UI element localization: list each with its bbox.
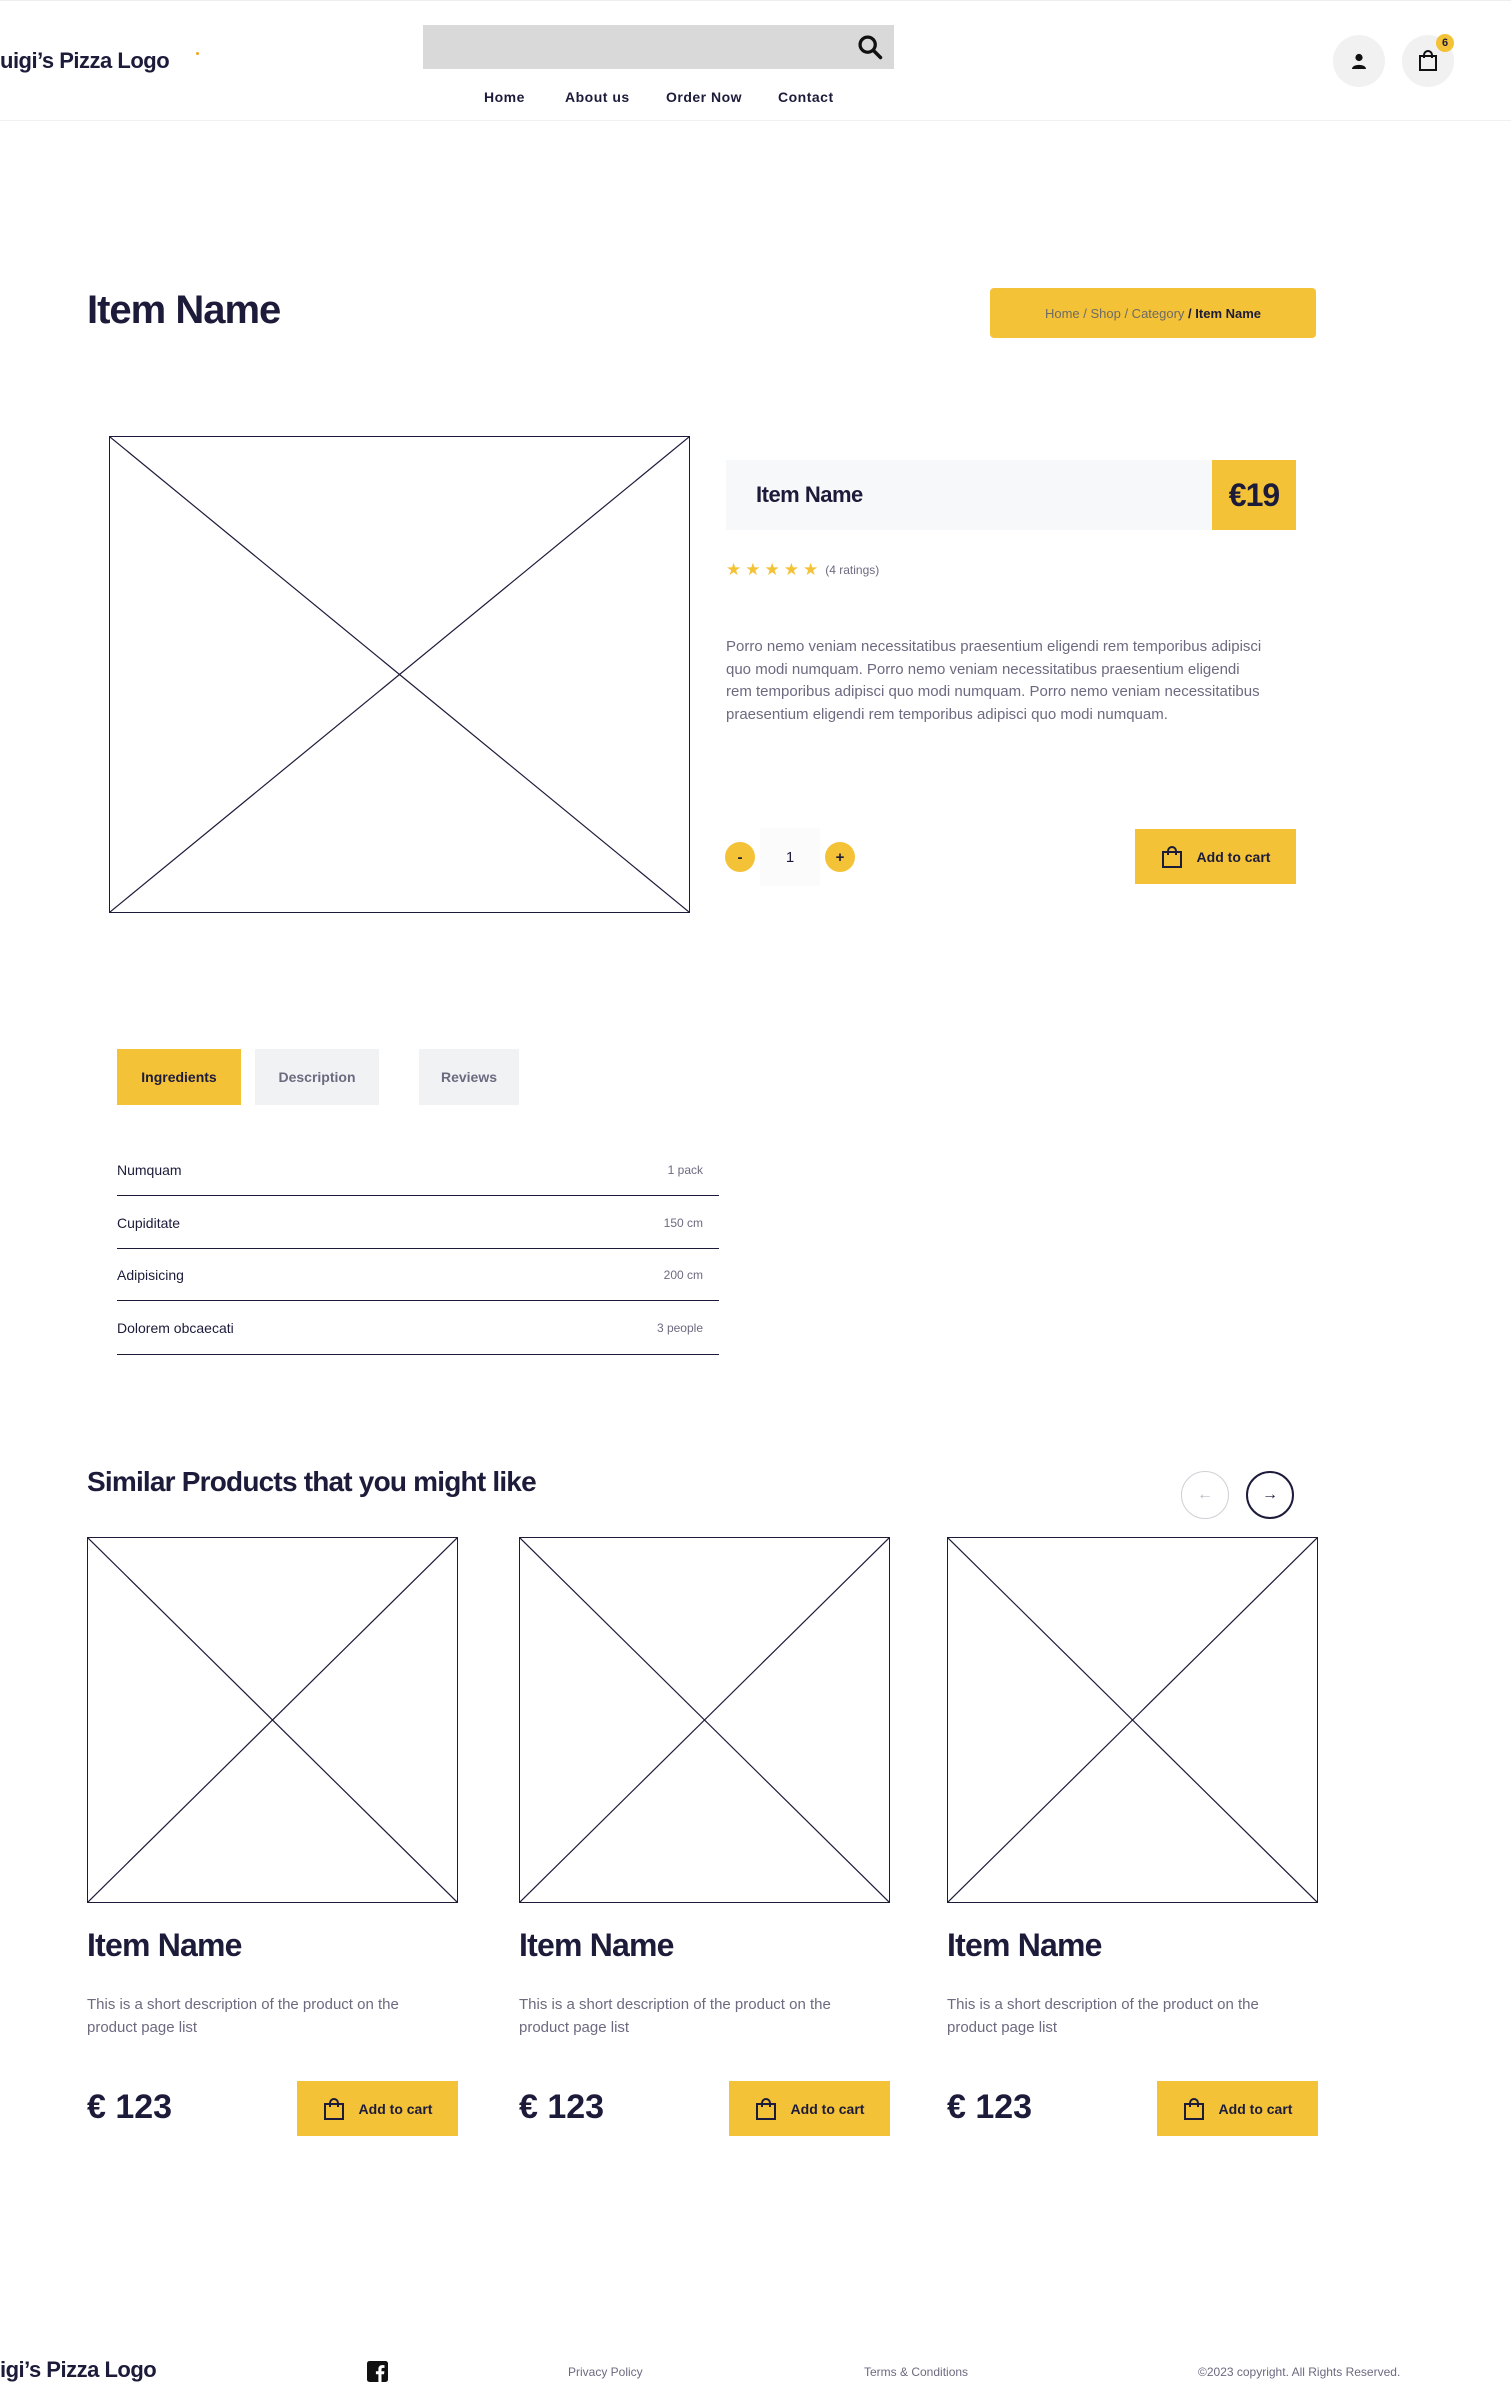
carousel-next-button[interactable]: →	[1246, 1471, 1294, 1519]
ingredient-name: Numquam	[117, 1161, 182, 1178]
product-image-placeholder	[109, 436, 690, 913]
ingredient-row: Adipisicing 200 cm	[117, 1249, 719, 1301]
account-button[interactable]	[1333, 35, 1385, 87]
ingredient-row: Cupiditate 150 cm	[117, 1197, 719, 1249]
quantity-value[interactable]: 1	[760, 828, 820, 886]
card-description: This is a short description of the produ…	[519, 1996, 831, 2036]
product-name: Item Name	[726, 460, 1212, 530]
site-logo[interactable]: uigi’s Pizza Logo	[0, 48, 170, 74]
ingredient-quantity: 1 pack	[667, 1162, 703, 1177]
cart-count-badge: 6	[1436, 34, 1454, 52]
shopping-bag-icon	[1161, 845, 1182, 868]
shopping-bag-icon	[755, 2097, 776, 2120]
product-description: Porro nemo veniam necessitatibus praesen…	[726, 638, 1262, 723]
card-price: € 123	[87, 2088, 173, 2126]
card-image-placeholder[interactable]	[519, 1537, 890, 1903]
ingredient-row: Dolorem obcaecati 3 people	[117, 1301, 719, 1355]
card-price: € 123	[519, 2088, 605, 2126]
carousel-prev-button[interactable]: ←	[1181, 1471, 1229, 1519]
add-to-cart-label: Add to cart	[790, 2100, 865, 2117]
similar-products-title: Similar Products that you might like	[87, 1466, 537, 1497]
rating-stars: ★ ★ ★ ★ ★ (4 ratings)	[726, 561, 879, 578]
breadcrumb-trail[interactable]: Home / Shop / Category	[1045, 306, 1184, 321]
add-to-cart-label: Add to cart	[1196, 848, 1271, 865]
search-icon[interactable]	[856, 33, 884, 61]
star-icon: ★	[726, 560, 742, 579]
shopping-bag-icon	[1419, 50, 1437, 71]
arrow-left-icon: ←	[1197, 1486, 1213, 1503]
add-to-cart-label: Add to cart	[358, 2100, 433, 2117]
card-price: € 123	[947, 2088, 1033, 2126]
card-name[interactable]: Item Name	[519, 1927, 674, 1964]
ingredient-quantity: 3 people	[656, 1320, 703, 1335]
product-price: €19	[1212, 460, 1296, 530]
card-add-to-cart-button[interactable]: Add to cart	[1157, 2081, 1318, 2136]
card-description: This is a short description of the produ…	[947, 1996, 1259, 2036]
breadcrumb-separator: /	[1184, 305, 1196, 321]
star-icon: ★	[803, 560, 819, 579]
card-image-placeholder[interactable]	[947, 1537, 1318, 1903]
breadcrumb: Home / Shop / Category / Item Name	[990, 288, 1316, 338]
add-to-cart-button[interactable]: Add to cart	[1135, 829, 1296, 884]
copyright-text: ©2023 copyright. All Rights Reserved.	[1198, 2365, 1401, 2379]
user-icon	[1352, 53, 1366, 69]
arrow-right-icon: →	[1262, 1486, 1278, 1503]
tab-description[interactable]: Description	[255, 1049, 379, 1105]
card-description: This is a short description of the produ…	[87, 1996, 399, 2036]
quantity-decrease-button[interactable]: -	[725, 842, 755, 872]
terms-link[interactable]: Terms & Conditions	[864, 2365, 968, 2379]
logo-accent-dot	[196, 52, 199, 55]
card-add-to-cart-button[interactable]: Add to cart	[297, 2081, 458, 2136]
star-icon: ★	[745, 560, 761, 579]
add-to-cart-label: Add to cart	[1218, 2100, 1293, 2117]
shopping-bag-icon	[323, 2097, 344, 2120]
footer-logo[interactable]: igi’s Pizza Logo	[0, 2357, 157, 2383]
card-add-to-cart-button[interactable]: Add to cart	[729, 2081, 890, 2136]
facebook-icon[interactable]	[367, 2361, 388, 2382]
tab-reviews[interactable]: Reviews	[419, 1049, 519, 1105]
shopping-bag-icon	[1183, 2097, 1204, 2120]
nav-about-us[interactable]: About us	[565, 89, 630, 105]
ingredient-name: Dolorem obcaecati	[117, 1319, 234, 1336]
ratings-count[interactable]: (4 ratings)	[825, 563, 879, 577]
card-name[interactable]: Item Name	[947, 1927, 1102, 1964]
ingredient-quantity: 200 cm	[663, 1267, 703, 1282]
privacy-policy-link[interactable]: Privacy Policy	[568, 2365, 643, 2379]
ingredient-name: Cupiditate	[117, 1214, 181, 1231]
quantity-increase-button[interactable]: +	[825, 842, 855, 872]
ingredient-quantity: 150 cm	[663, 1215, 703, 1230]
nav-order-now[interactable]: Order Now	[666, 89, 742, 105]
ingredient-name: Adipisicing	[117, 1266, 184, 1283]
nav-home[interactable]: Home	[484, 89, 525, 105]
star-icon: ★	[783, 560, 799, 579]
search-input[interactable]	[423, 25, 894, 69]
card-image-placeholder[interactable]	[87, 1537, 458, 1903]
page-title: Item Name	[87, 288, 281, 332]
star-icon: ★	[764, 560, 780, 579]
nav-contact[interactable]: Contact	[778, 89, 834, 105]
tab-ingredients[interactable]: Ingredients	[117, 1049, 241, 1105]
breadcrumb-current: Item Name	[1195, 305, 1262, 321]
card-name[interactable]: Item Name	[87, 1927, 242, 1964]
ingredient-row: Numquam 1 pack	[117, 1144, 719, 1196]
